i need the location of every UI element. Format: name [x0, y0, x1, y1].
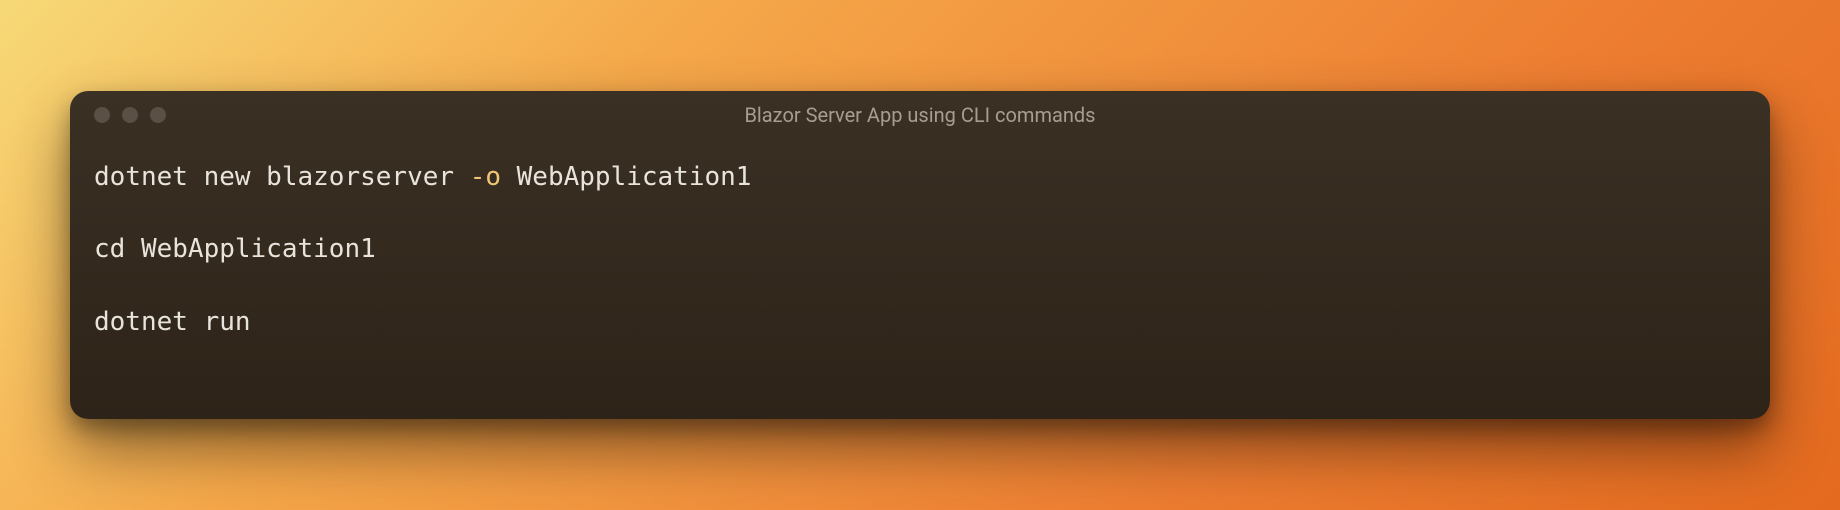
code-segment: -o [470, 162, 501, 192]
code-line: dotnet run [94, 304, 1746, 340]
close-icon[interactable] [94, 107, 110, 123]
code-segment: dotnet new blazorserver [94, 162, 470, 192]
code-line: cd WebApplication1 [94, 231, 1746, 267]
code-segment: cd WebApplication1 [94, 234, 376, 264]
maximize-icon[interactable] [150, 107, 166, 123]
window-title: Blazor Server App using CLI commands [70, 103, 1770, 127]
window-titlebar: Blazor Server App using CLI commands [70, 91, 1770, 139]
minimize-icon[interactable] [122, 107, 138, 123]
terminal-body[interactable]: dotnet new blazorserver -o WebApplicatio… [70, 139, 1770, 360]
terminal-window: Blazor Server App using CLI commands dot… [70, 91, 1770, 419]
code-segment: dotnet run [94, 307, 251, 337]
traffic-lights [94, 107, 166, 123]
code-line: dotnet new blazorserver -o WebApplicatio… [94, 159, 1746, 195]
code-segment: WebApplication1 [501, 162, 751, 192]
